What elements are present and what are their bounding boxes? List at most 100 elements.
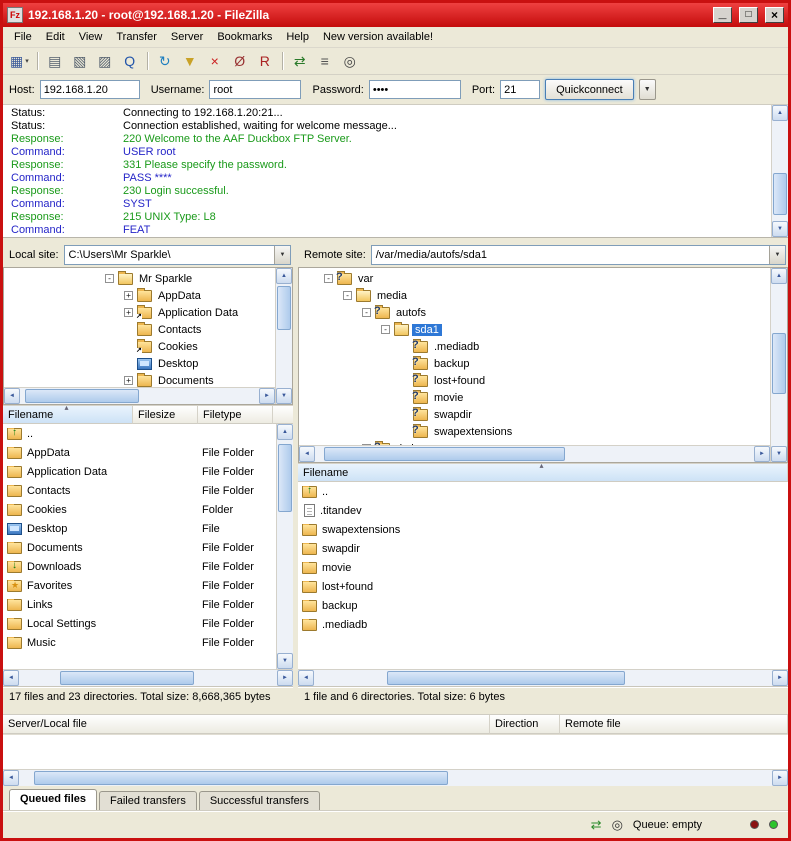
menu-item-view[interactable]: View	[72, 28, 110, 46]
file-row-lost-found[interactable]: lost+found	[298, 577, 788, 596]
scroll-arrow-icon[interactable]: ▼	[277, 653, 293, 669]
scrollbar-track[interactable]	[19, 670, 277, 686]
scrollbar-thumb[interactable]	[324, 447, 565, 461]
tree-expander-icon[interactable]: -	[381, 325, 390, 334]
file-row-cookies[interactable]: CookiesFolder	[3, 500, 276, 519]
scroll-arrow-icon[interactable]: ◄	[4, 388, 20, 404]
tree-expander-icon[interactable]: -	[105, 274, 114, 283]
file-row-contacts[interactable]: ContactsFile Folder	[3, 481, 276, 500]
scrollbar-thumb[interactable]	[772, 333, 786, 395]
file-row-swapdir[interactable]: swapdir	[298, 539, 788, 558]
scroll-arrow-icon[interactable]: ▼	[772, 221, 788, 237]
file-row-favorites[interactable]: FavoritesFile Folder	[3, 576, 276, 595]
scrollbar-thumb[interactable]	[60, 671, 194, 685]
quickconnect-dropdown-button[interactable]: ▼	[639, 79, 656, 100]
column-header-filename[interactable]: Filename	[298, 464, 788, 482]
tree-expander-icon[interactable]: -	[362, 308, 371, 317]
scrollbar-thumb[interactable]	[278, 444, 292, 512]
local-list-horizontal-scrollbar[interactable]: ◄►	[3, 669, 293, 686]
chevron-down-icon[interactable]	[274, 246, 290, 264]
tab-queued-files[interactable]: Queued files	[9, 789, 97, 810]
scrollbar-track[interactable]	[276, 284, 292, 388]
toolbar-reconnect-button[interactable]: R	[253, 50, 277, 72]
menu-item-server[interactable]: Server	[164, 28, 210, 46]
scrollbar-thumb[interactable]	[25, 389, 140, 403]
tree-item-autofs[interactable]: -autofs	[299, 304, 770, 321]
tree-expander-icon[interactable]: -	[343, 291, 352, 300]
scroll-arrow-icon[interactable]: ▼	[276, 388, 292, 404]
tree-item-backup[interactable]: backup	[299, 355, 770, 372]
host-input[interactable]	[40, 80, 140, 99]
file-row-titandev[interactable]: .titandev	[298, 501, 788, 520]
toolbar-filter-button[interactable]: ▼	[178, 50, 202, 72]
toolbar-toggle-remote-tree-button[interactable]: ▨	[93, 50, 117, 72]
scrollbar-track[interactable]	[314, 670, 772, 686]
menu-item-edit[interactable]: Edit	[39, 28, 72, 46]
tree-expander-icon[interactable]: +	[124, 376, 133, 385]
scrollbar-thumb[interactable]	[773, 173, 787, 215]
file-row-desktop[interactable]: DesktopFile	[3, 519, 276, 538]
scroll-arrow-icon[interactable]: ◄	[3, 770, 19, 786]
tree-item-documents[interactable]: +Documents	[4, 372, 275, 387]
tree-item-cookies[interactable]: Cookies	[4, 338, 275, 355]
column-header-filename[interactable]: Filename	[3, 406, 133, 424]
tree-item-movie[interactable]: movie	[299, 389, 770, 406]
scroll-arrow-icon[interactable]: ◄	[299, 446, 315, 462]
file-row-swapextensions[interactable]: swapextensions	[298, 520, 788, 539]
scrollbar-thumb[interactable]	[34, 771, 448, 785]
local-site-combo[interactable]: C:\Users\Mr Sparkle\	[64, 245, 291, 265]
file-row-item[interactable]: ..	[3, 424, 276, 443]
remote-tree-horizontal-scrollbar[interactable]: ◄►	[299, 445, 770, 462]
column-header-direction[interactable]: Direction	[490, 715, 560, 734]
scroll-arrow-icon[interactable]: ▲	[771, 268, 787, 284]
tab-successful-transfers[interactable]: Successful transfers	[199, 791, 320, 810]
column-header-filetype[interactable]: Filetype	[198, 406, 273, 424]
column-header-remote-file[interactable]: Remote file	[560, 715, 788, 734]
close-button[interactable]	[765, 7, 784, 23]
scroll-arrow-icon[interactable]: ►	[754, 446, 770, 462]
scrollbar-track[interactable]	[20, 388, 259, 404]
toolbar-toggle-message-log-button[interactable]: ▤	[43, 50, 67, 72]
tree-item-media[interactable]: -media	[299, 287, 770, 304]
file-row-application-data[interactable]: Application DataFile Folder	[3, 462, 276, 481]
tree-item-contacts[interactable]: Contacts	[4, 321, 275, 338]
toolbar-site-manager-button[interactable]: ▦▾	[7, 50, 32, 72]
scrollbar-track[interactable]	[772, 121, 788, 221]
toolbar-directory-comparison-button[interactable]: ⇄	[288, 50, 312, 72]
scrollbar-thumb[interactable]	[277, 286, 291, 330]
file-row-appdata[interactable]: AppDataFile Folder	[3, 443, 276, 462]
menu-item-file[interactable]: File	[7, 28, 39, 46]
scroll-arrow-icon[interactable]: ►	[772, 770, 788, 786]
tab-failed-transfers[interactable]: Failed transfers	[99, 791, 197, 810]
local-list-vertical-scrollbar[interactable]: ▲▼	[276, 424, 293, 669]
toolbar-find-files-button[interactable]: ◎	[338, 50, 362, 72]
tree-item-application-data[interactable]: +Application Data	[4, 304, 275, 321]
toolbar-toggle-queue-button[interactable]: Q	[118, 50, 142, 72]
scroll-arrow-icon[interactable]: ◄	[298, 670, 314, 686]
file-row-item[interactable]: ..	[298, 482, 788, 501]
file-row-music[interactable]: MusicFile Folder	[3, 633, 276, 652]
toolbar-synchronized-browsing-button[interactable]: ≡	[313, 50, 337, 72]
tree-item-swapdir[interactable]: swapdir	[299, 406, 770, 423]
password-input[interactable]	[369, 80, 461, 99]
scrollbar-track[interactable]	[771, 284, 787, 446]
menu-item-new-version-available[interactable]: New version available!	[316, 28, 440, 46]
tree-expander-icon[interactable]: +	[124, 291, 133, 300]
file-row-movie[interactable]: movie	[298, 558, 788, 577]
tree-item-lost-found[interactable]: lost+found	[299, 372, 770, 389]
queue-horizontal-scrollbar[interactable]: ◄►	[3, 769, 788, 786]
file-row-documents[interactable]: DocumentsFile Folder	[3, 538, 276, 557]
toolbar-refresh-button[interactable]: ↻	[153, 50, 177, 72]
directory-comparison-status-icon[interactable]: ⇄	[591, 818, 602, 831]
scroll-arrow-icon[interactable]: ▲	[772, 105, 788, 121]
scroll-arrow-icon[interactable]: ►	[259, 388, 275, 404]
chevron-down-icon[interactable]	[769, 246, 785, 264]
port-input[interactable]	[500, 80, 540, 99]
scrollbar-thumb[interactable]	[387, 671, 625, 685]
speed-limit-icon[interactable]: ◎	[612, 818, 623, 831]
scroll-arrow-icon[interactable]: ◄	[3, 670, 19, 686]
maximize-button[interactable]	[739, 7, 758, 23]
toolbar-toggle-local-tree-button[interactable]: ▧	[68, 50, 92, 72]
title-bar[interactable]: Fz 192.168.1.20 - root@192.168.1.20 - Fi…	[3, 3, 788, 27]
file-row-mediadb[interactable]: .mediadb	[298, 615, 788, 634]
